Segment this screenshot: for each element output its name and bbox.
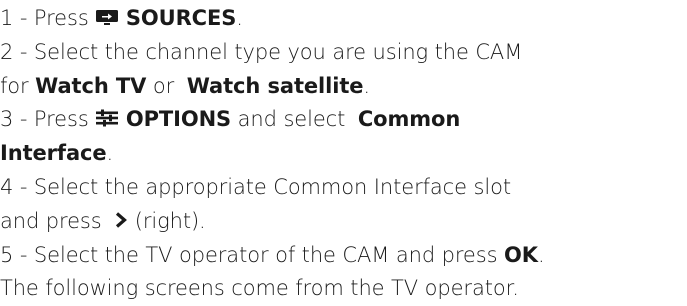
step-number: 1 - [0, 6, 28, 30]
options-icon [95, 109, 119, 127]
step-text: Press [33, 107, 89, 132]
step-text: (right). [134, 208, 206, 233]
punctuation: . [106, 141, 114, 166]
step-text: Press [33, 6, 89, 30]
common-label: Common [357, 107, 461, 132]
step-3: 3 - Press OPTIONS and select Common [0, 103, 687, 137]
sources-label: SOURCES [125, 6, 237, 30]
instructions-document: 1 - Press SOURCES. 2 - Select the channe… [0, 0, 687, 302]
interface-label: Interface [0, 141, 107, 166]
step-1: 1 - Press SOURCES. [0, 2, 687, 36]
step-number: 5 - [0, 242, 28, 267]
step-5: 5 - Select the TV operator of the CAM an… [0, 239, 687, 273]
chevron-right-icon [114, 211, 128, 229]
punctuation: . [363, 73, 370, 98]
step-text: or [152, 73, 175, 98]
step-number: 2 - [0, 39, 28, 64]
step-number: 4 - [0, 174, 28, 199]
step-2: 2 - Select the channel type you are usin… [0, 36, 687, 70]
step-text: for [0, 73, 29, 98]
step-4: 4 - Select the appropriate Common Interf… [0, 171, 687, 205]
step-text: Select the channel type you are using th… [33, 39, 523, 64]
step-text: Select the appropriate Common Interface … [33, 174, 511, 199]
options-label: OPTIONS [125, 107, 232, 132]
step-text: Select the TV operator of the CAM and pr… [33, 242, 498, 267]
punctuation: . [537, 242, 545, 267]
watch-satellite-label: Watch satellite [186, 73, 364, 98]
step-number: 3 - [0, 107, 28, 132]
step-3-continued: Interface. [0, 137, 687, 171]
step-4-continued: and press (right). [0, 205, 687, 239]
sources-icon [95, 8, 119, 26]
footer-note: The following screens come from the TV o… [0, 276, 519, 301]
step-2-continued: for Watch TV or Watch satellite. [0, 70, 687, 104]
ok-label: OK [504, 242, 538, 267]
step-text: and press [0, 208, 102, 233]
step-text: and select [237, 107, 346, 132]
watch-tv-label: Watch TV [35, 73, 147, 98]
punctuation: . [236, 6, 243, 30]
